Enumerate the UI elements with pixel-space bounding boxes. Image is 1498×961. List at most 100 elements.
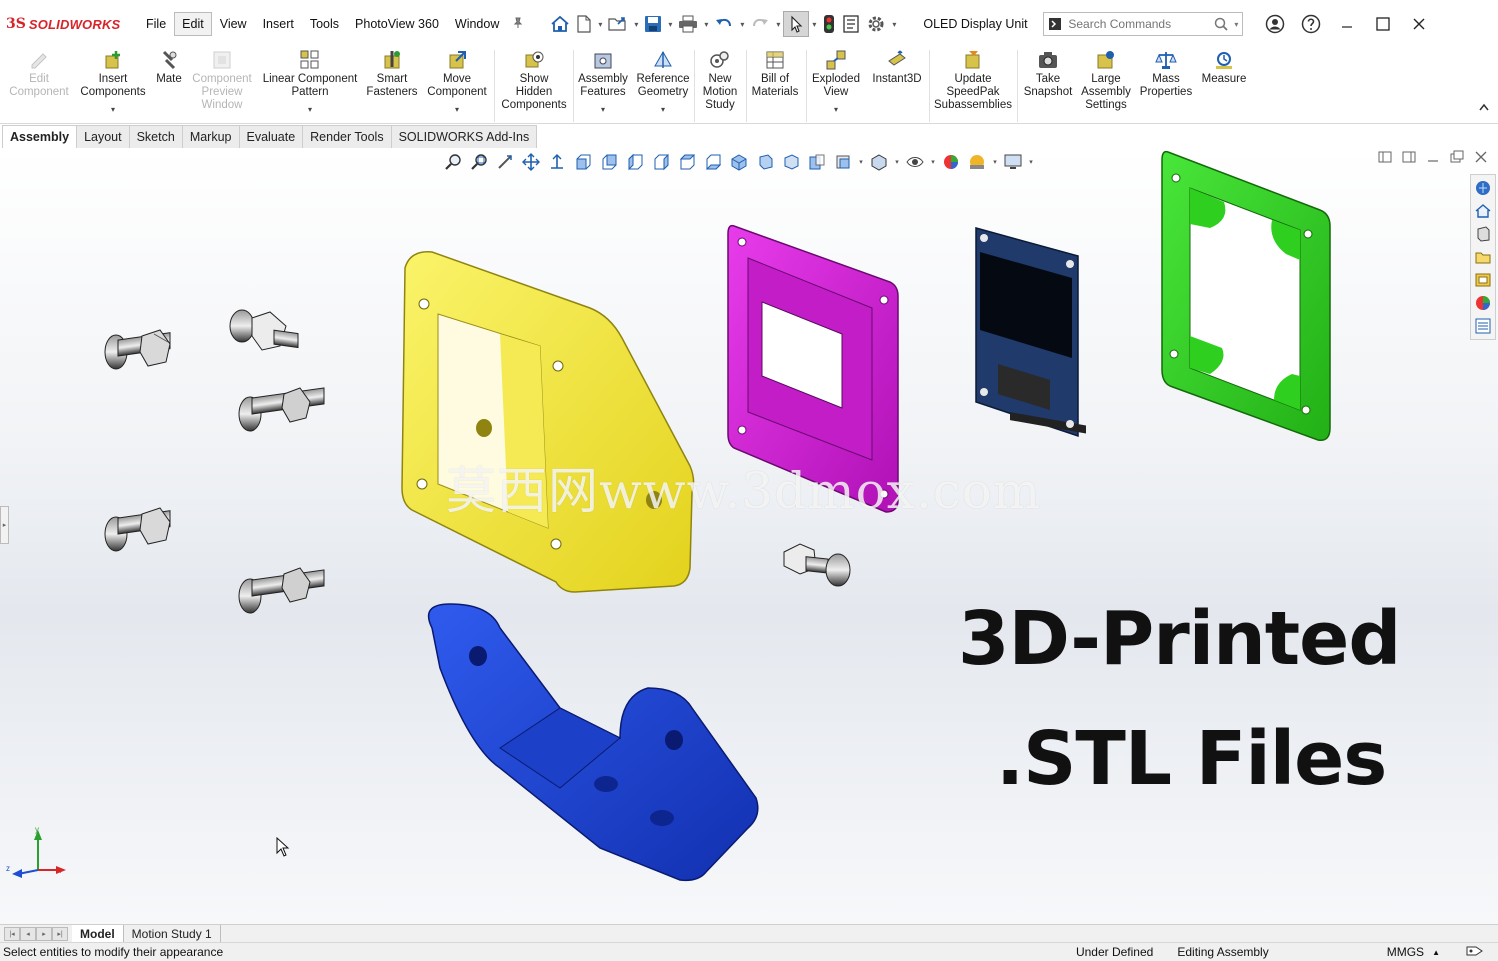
- view-orientation-icon[interactable]: [830, 151, 856, 173]
- view-right-icon[interactable]: [648, 151, 674, 173]
- zoom-to-fit-icon[interactable]: [440, 151, 466, 173]
- view-settings-dropdown-icon[interactable]: ▾: [1026, 151, 1036, 173]
- screw-nut-6[interactable]: [783, 543, 851, 587]
- options-dropdown-icon[interactable]: ▾: [889, 20, 899, 29]
- user-account-icon[interactable]: [1257, 9, 1293, 39]
- smart-fasteners-button[interactable]: Smart Fasteners: [362, 48, 422, 99]
- tab-motion-study-1[interactable]: Motion Study 1: [124, 925, 221, 942]
- save-icon[interactable]: [641, 11, 665, 37]
- screw-nut-2[interactable]: [229, 309, 299, 351]
- move-component-button[interactable]: Move Component ▾: [424, 48, 490, 116]
- measure-button[interactable]: Measure: [1198, 48, 1250, 86]
- rebuild-traffic-light-icon[interactable]: [819, 11, 839, 37]
- viewport-close-icon[interactable]: [1474, 150, 1488, 167]
- insert-components-dropdown-icon[interactable]: ▾: [78, 103, 148, 116]
- close-window-icon[interactable]: [1401, 9, 1437, 39]
- apply-scene-dropdown-icon[interactable]: ▾: [990, 151, 1000, 173]
- view-left-icon[interactable]: [622, 151, 648, 173]
- menu-window[interactable]: Window: [447, 12, 507, 36]
- pan-icon[interactable]: [518, 151, 544, 173]
- graphics-area[interactable]: y x z 莫西网www.3dmox.com 3D-Printed .STL F…: [0, 148, 1498, 924]
- blue-mount-bracket[interactable]: [427, 603, 759, 882]
- reference-geometry-button[interactable]: Reference Geometry ▾: [634, 48, 692, 116]
- screw-nut-5[interactable]: [238, 567, 325, 614]
- menu-edit[interactable]: Edit: [174, 12, 212, 36]
- redo-icon[interactable]: [747, 11, 773, 37]
- select-dropdown-icon[interactable]: ▾: [809, 20, 819, 29]
- view-settings-monitor-icon[interactable]: [1000, 151, 1026, 173]
- view-front-icon[interactable]: [570, 151, 596, 173]
- view-top-icon[interactable]: [674, 151, 700, 173]
- next-tab-arrow-icon[interactable]: ▸: [36, 926, 52, 941]
- edit-appearance-icon[interactable]: [938, 151, 964, 173]
- previous-view-icon[interactable]: [492, 151, 518, 173]
- view-back-icon[interactable]: [596, 151, 622, 173]
- undo-dropdown-icon[interactable]: ▾: [737, 20, 747, 29]
- tab-markup[interactable]: Markup: [181, 125, 240, 148]
- tab-layout[interactable]: Layout: [76, 125, 130, 148]
- select-arrow-icon[interactable]: [783, 11, 810, 37]
- large-assembly-settings-button[interactable]: Large Assembly Settings: [1078, 48, 1134, 112]
- instant3d-button[interactable]: Instant3D: [868, 48, 926, 86]
- design-library-home-icon[interactable]: [1473, 201, 1493, 221]
- first-tab-arrow-icon[interactable]: |◂: [4, 926, 20, 941]
- collapse-ribbon-icon[interactable]: [1478, 102, 1490, 115]
- hide-show-items-icon[interactable]: [902, 151, 928, 173]
- tab-sketch[interactable]: Sketch: [128, 125, 183, 148]
- bill-of-materials-button[interactable]: Bill of Materials: [748, 48, 802, 99]
- minimize-window-icon[interactable]: [1329, 9, 1365, 39]
- pin-menu-icon[interactable]: [507, 17, 529, 32]
- move-component-dropdown-icon[interactable]: ▾: [424, 103, 490, 116]
- apply-scene-icon[interactable]: [964, 151, 990, 173]
- edit-component-button[interactable]: Edit Component: [6, 48, 72, 99]
- home-icon[interactable]: [547, 11, 573, 37]
- assembly-model-scene[interactable]: [0, 148, 1498, 924]
- mass-properties-button[interactable]: Mass Properties: [1136, 48, 1196, 99]
- show-hidden-components-button[interactable]: Show Hidden Components: [498, 48, 570, 112]
- maximize-window-icon[interactable]: [1365, 9, 1401, 39]
- update-speedpak-button[interactable]: Update SpeedPak Subassemblies: [932, 48, 1014, 112]
- custom-properties-icon[interactable]: [1473, 316, 1493, 336]
- viewport-minimize-icon[interactable]: [1426, 150, 1440, 167]
- reference-geometry-dropdown-icon[interactable]: ▾: [634, 103, 692, 116]
- unit-system-dropdown-icon[interactable]: ▲: [1432, 948, 1440, 957]
- prev-tab-arrow-icon[interactable]: ◂: [20, 926, 36, 941]
- take-snapshot-button[interactable]: Take Snapshot: [1020, 48, 1076, 99]
- oled-display-module[interactable]: [975, 227, 1086, 438]
- open-folder-icon[interactable]: [605, 11, 631, 37]
- exploded-view-dropdown-icon[interactable]: ▾: [808, 103, 864, 116]
- viewport-tile-icon[interactable]: [1450, 150, 1464, 167]
- search-icon[interactable]: [1214, 17, 1228, 31]
- screw-nut-1[interactable]: [104, 329, 171, 370]
- help-icon[interactable]: [1293, 9, 1329, 39]
- save-dropdown-icon[interactable]: ▾: [665, 20, 675, 29]
- open-dropdown-icon[interactable]: ▾: [631, 20, 641, 29]
- viewport-restore-right-icon[interactable]: [1402, 150, 1416, 167]
- redo-dropdown-icon[interactable]: ▾: [773, 20, 783, 29]
- view-palette-icon[interactable]: [1473, 270, 1493, 290]
- print-icon[interactable]: [675, 11, 701, 37]
- assembly-features-dropdown-icon[interactable]: ▾: [576, 103, 630, 116]
- unit-system-button[interactable]: MMGS: [1387, 945, 1424, 959]
- menu-insert[interactable]: Insert: [255, 12, 302, 36]
- component-preview-window-button[interactable]: Component Preview Window: [188, 48, 256, 112]
- menu-file[interactable]: File: [138, 12, 174, 36]
- search-dropdown-icon[interactable]: ▾: [1234, 20, 1238, 29]
- file-properties-icon[interactable]: [839, 11, 863, 37]
- feature-manager-expand-handle[interactable]: ▸: [0, 506, 9, 544]
- tab-assembly[interactable]: Assembly: [2, 125, 78, 148]
- tab-solidworks-addins[interactable]: SOLIDWORKS Add-Ins: [390, 125, 538, 148]
- solidworks-logo[interactable]: 3S SOLIDWORKS: [6, 16, 138, 32]
- tab-render-tools[interactable]: Render Tools: [302, 125, 392, 148]
- menu-photoview[interactable]: PhotoView 360: [347, 12, 447, 36]
- yellow-front-frame[interactable]: [401, 251, 695, 593]
- last-tab-arrow-icon[interactable]: ▸|: [52, 926, 68, 941]
- zoom-to-area-icon[interactable]: [466, 151, 492, 173]
- rotate-view-icon[interactable]: [544, 151, 570, 173]
- new-motion-study-button[interactable]: New Motion Study: [697, 48, 743, 112]
- mate-button[interactable]: Mate: [152, 48, 186, 86]
- file-explorer-icon[interactable]: [1473, 247, 1493, 267]
- status-tags-icon[interactable]: [1466, 944, 1484, 961]
- view-orientation-dropdown-icon[interactable]: ▾: [856, 151, 866, 173]
- solidworks-resources-icon[interactable]: [1473, 178, 1493, 198]
